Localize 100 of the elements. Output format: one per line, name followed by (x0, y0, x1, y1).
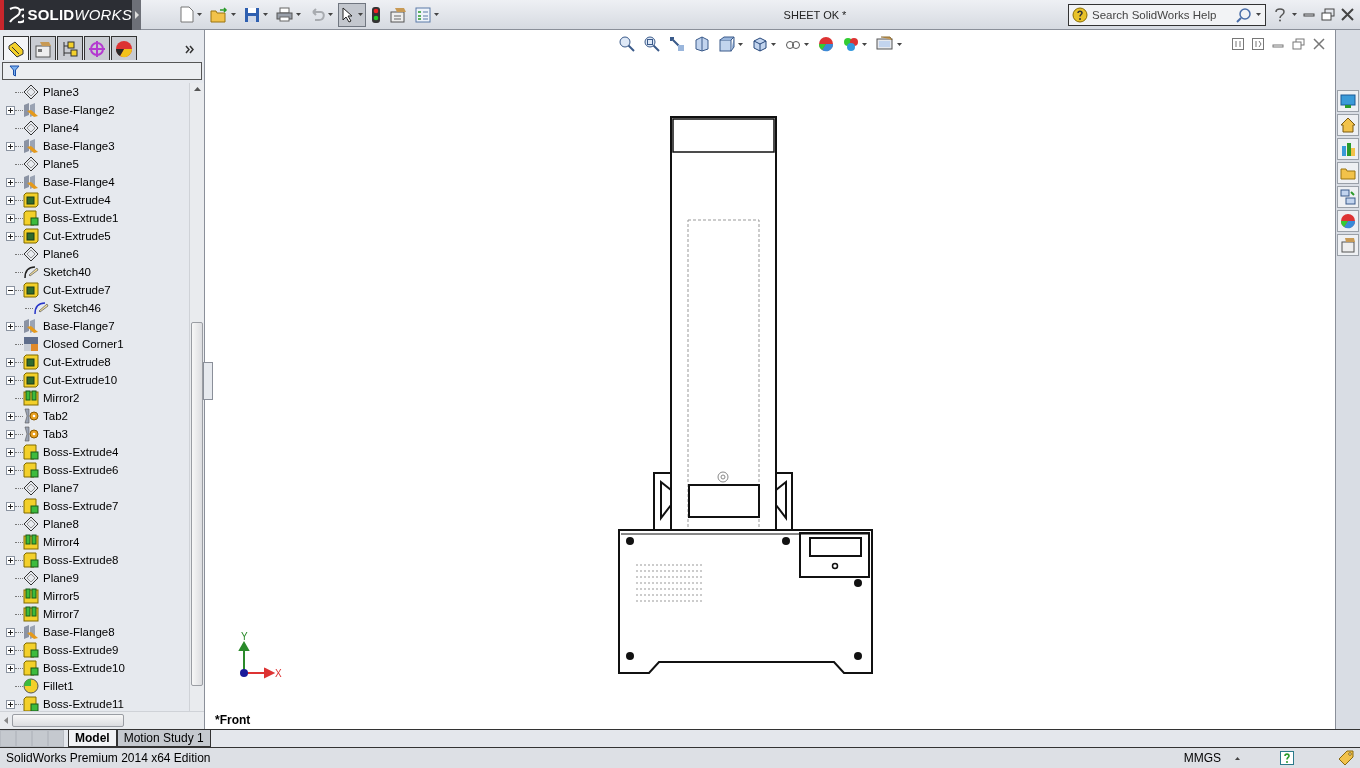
panel-tab[interactable] (84, 36, 110, 60)
tree-item[interactable]: Mirror2 (0, 389, 189, 407)
expander-icon[interactable] (6, 555, 15, 565)
appearances-button[interactable] (1337, 210, 1359, 232)
caret-icon[interactable] (861, 42, 867, 46)
tree-item[interactable]: Mirror7 (0, 605, 189, 623)
minimize-button[interactable] (1303, 12, 1315, 17)
expander-icon[interactable] (6, 465, 15, 475)
display-style-button[interactable] (751, 36, 776, 52)
caret-icon[interactable] (263, 13, 268, 16)
expander-icon[interactable] (6, 627, 15, 637)
tree-item[interactable]: Plane5 (0, 155, 189, 173)
expander-icon[interactable] (6, 645, 15, 655)
tree-item[interactable]: Plane4 (0, 119, 189, 137)
expander-icon[interactable] (6, 231, 15, 241)
panel-splitter-handle[interactable] (203, 362, 213, 400)
expander-icon[interactable] (6, 213, 15, 223)
zoom-to-fit-icon[interactable] (618, 36, 635, 52)
expander-icon[interactable] (6, 357, 15, 367)
tree-item[interactable]: Base-Flange2 (0, 101, 189, 119)
help-icon[interactable] (1280, 751, 1294, 765)
tree-item[interactable]: Closed Corner1 (0, 335, 189, 353)
panel-tab[interactable] (30, 36, 56, 60)
close-icon[interactable] (1313, 38, 1325, 50)
tree-item[interactable]: Mirror4 (0, 533, 189, 551)
filter-field[interactable] (2, 62, 202, 80)
help-button[interactable] (1274, 7, 1286, 22)
tree-item[interactable]: Plane3 (0, 83, 189, 101)
tree-item[interactable]: Cut-Extrude5 (0, 227, 189, 245)
panel-tab[interactable] (3, 36, 29, 60)
tree-item[interactable]: Boss-Extrude8 (0, 551, 189, 569)
tree-item[interactable]: Plane7 (0, 479, 189, 497)
tree-item[interactable]: Boss-Extrude9 (0, 641, 189, 659)
caret-icon[interactable] (328, 13, 333, 16)
expander-icon[interactable] (6, 411, 15, 421)
search-bar[interactable]: Search SolidWorks Help (1068, 3, 1266, 26)
resources-button[interactable] (1337, 90, 1359, 112)
expander-icon[interactable] (6, 141, 15, 151)
tree-item[interactable]: Boss-Extrude1 (0, 209, 189, 227)
expander-icon[interactable] (6, 663, 15, 673)
tree-item[interactable]: Cut-Extrude10 (0, 371, 189, 389)
caret-icon[interactable] (1235, 756, 1240, 760)
caret-icon[interactable] (231, 13, 236, 16)
expander-icon[interactable] (6, 177, 15, 187)
expander-icon[interactable] (6, 195, 15, 205)
tree-item[interactable]: Fillet1 (0, 677, 189, 695)
bottom-tab[interactable]: Model (68, 730, 117, 747)
tree-item[interactable]: Base-Flange7 (0, 317, 189, 335)
tile-right-icon[interactable] (1252, 38, 1264, 50)
tree-item[interactable]: Sketch40 (0, 263, 189, 281)
appearance-icon[interactable] (817, 36, 834, 52)
tree-item[interactable]: Plane8 (0, 515, 189, 533)
tree-item[interactable]: Cut-Extrude4 (0, 191, 189, 209)
search-field[interactable]: Search SolidWorks Help (1092, 8, 1232, 21)
expander-icon[interactable] (6, 321, 15, 331)
view-orientation-button[interactable] (718, 36, 743, 52)
tree-item[interactable]: Boss-Extrude10 (0, 659, 189, 677)
tree-item[interactable]: Cut-Extrude7 (0, 281, 189, 299)
panel-tab[interactable] (111, 36, 137, 60)
tree-item[interactable]: Boss-Extrude4 (0, 443, 189, 461)
search-icon[interactable] (1236, 6, 1252, 23)
units-indicator[interactable]: MMGS (1183, 751, 1221, 765)
expander-icon[interactable] (6, 699, 15, 709)
select-button[interactable] (338, 2, 366, 27)
caret-icon[interactable] (358, 13, 363, 16)
tree-item[interactable]: Boss-Extrude6 (0, 461, 189, 479)
caret-icon[interactable] (770, 42, 776, 46)
view-palette-button[interactable] (1337, 186, 1359, 208)
expander-icon[interactable] (6, 447, 15, 457)
tree-item[interactable]: Sketch46 (0, 299, 189, 317)
design-library-button[interactable] (1337, 138, 1359, 160)
expander-icon[interactable] (6, 375, 15, 385)
tree-item[interactable]: Tab2 (0, 407, 189, 425)
horizontal-scrollbar[interactable] (0, 711, 204, 729)
tree-item[interactable]: Plane6 (0, 245, 189, 263)
tree-item[interactable]: Base-Flange8 (0, 623, 189, 641)
restore-icon[interactable] (1292, 38, 1305, 50)
close-button[interactable] (1341, 8, 1354, 21)
previous-view-icon[interactable] (668, 36, 685, 52)
home-button[interactable] (1337, 114, 1359, 136)
caret-icon[interactable] (737, 42, 743, 46)
vertical-scrollbar[interactable] (189, 83, 204, 711)
tree-item[interactable]: Cut-Extrude8 (0, 353, 189, 371)
caret-icon[interactable] (803, 42, 809, 46)
expander-icon[interactable] (6, 285, 15, 295)
tree-item[interactable]: Base-Flange4 (0, 173, 189, 191)
caret-icon[interactable] (896, 42, 902, 46)
caret-icon[interactable] (1256, 13, 1261, 16)
tree-item[interactable]: Base-Flange3 (0, 137, 189, 155)
caret-icon[interactable] (296, 13, 301, 16)
menu-flyout-button[interactable] (132, 0, 141, 30)
tile-left-icon[interactable] (1232, 38, 1244, 50)
caret-icon[interactable] (197, 13, 202, 16)
expander-icon[interactable] (6, 105, 15, 115)
scene-button[interactable] (842, 36, 867, 52)
zoom-area-icon[interactable] (643, 36, 660, 52)
section-view-icon[interactable] (693, 36, 710, 52)
tag-icon[interactable] (1338, 750, 1354, 766)
bottom-tab[interactable]: Motion Study 1 (116, 730, 211, 747)
tree-item[interactable]: Mirror5 (0, 587, 189, 605)
